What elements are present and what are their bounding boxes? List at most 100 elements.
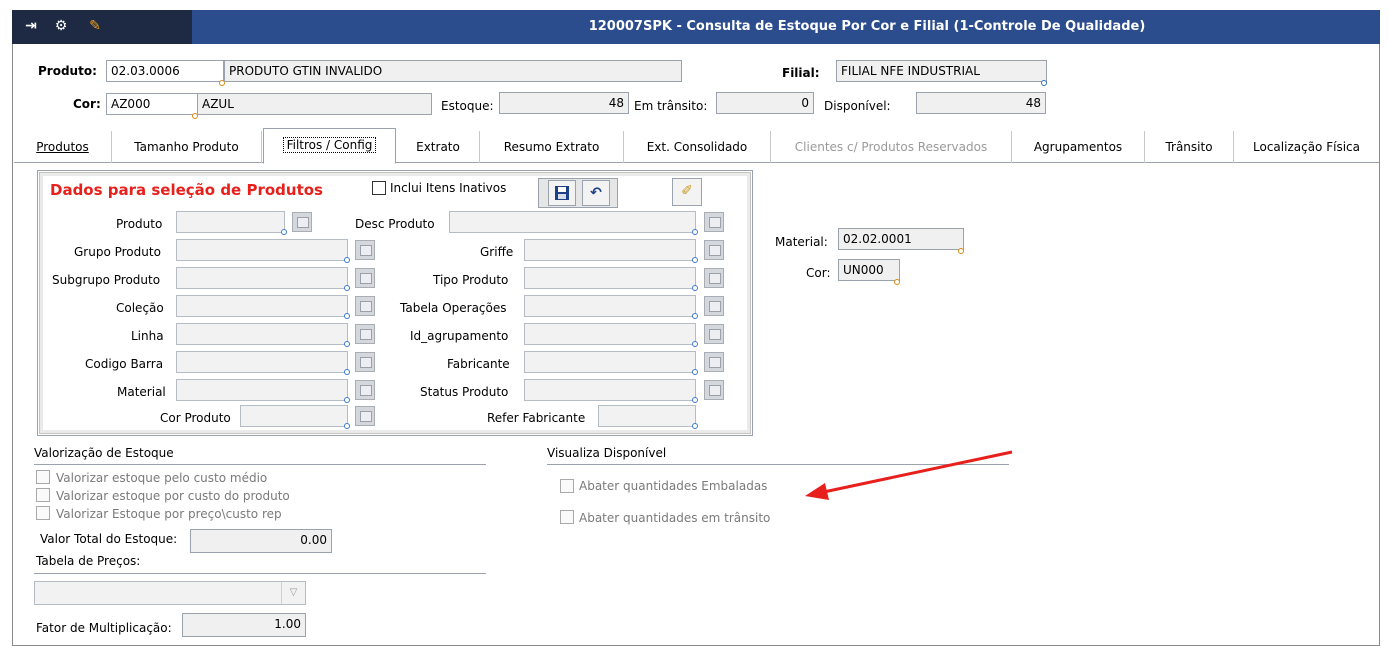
filter-label-linha: Linha: [131, 329, 164, 343]
produto-code-field[interactable]: 02.03.0006: [106, 60, 224, 82]
filter-cor-produto-search-icon[interactable]: [355, 406, 375, 426]
valorizar-custo-produto-label: Valorizar estoque por custo do produto: [56, 489, 290, 503]
valor-total-label: Valor Total do Estoque:: [40, 532, 178, 546]
tab-extrato[interactable]: Extrato: [397, 131, 480, 163]
transito-field: 0: [716, 92, 814, 114]
cor-label: Cor:: [73, 97, 101, 111]
filter-status-produto-search-icon[interactable]: [704, 380, 724, 400]
material-cor-field[interactable]: UN000: [838, 259, 900, 281]
valorizacao-divider: [34, 464, 486, 465]
material-field[interactable]: 02.02.0001: [838, 228, 964, 250]
produto-label: Produto:: [38, 64, 97, 78]
filter-desc-produto-input[interactable]: [449, 211, 698, 235]
filter-desc-produto-search-icon[interactable]: [704, 212, 724, 232]
save-icon[interactable]: [548, 180, 576, 206]
valorizar-preco-custo-rep-checkbox[interactable]: [36, 506, 50, 520]
tab-transito[interactable]: Trânsito: [1145, 131, 1234, 163]
transito-label: Em trânsito:: [634, 99, 708, 113]
valorizar-custo-medio-label: Valorizar estoque pelo custo médio: [56, 471, 268, 485]
filial-lookup-icon[interactable]: [1041, 80, 1047, 86]
filter-tabela-operacoes-input[interactable]: [524, 295, 698, 319]
tab-tamanho-produto[interactable]: Tamanho Produto: [112, 131, 262, 163]
filter-tabela-operacoes-search-icon[interactable]: [704, 296, 724, 316]
filter-label-cor-produto: Cor Produto: [160, 411, 231, 425]
filter-id-agrupamento-input[interactable]: [524, 323, 698, 347]
tabela-precos-label: Tabela de Preços:: [36, 554, 141, 568]
filter-linha-input[interactable]: [176, 323, 350, 347]
visualiza-title: Visualiza Disponível: [547, 446, 667, 460]
filter-label-griffe: Griffe: [480, 245, 514, 259]
filter-label-fabricante: Fabricante: [447, 357, 510, 371]
filter-label-tipo-produto: Tipo Produto: [433, 273, 509, 287]
filter-griffe-search-icon[interactable]: [704, 240, 724, 260]
filter-label-subgrupo-produto: Subgrupo Produto: [52, 273, 161, 287]
include-inactive-checkbox[interactable]: [372, 181, 386, 195]
tab-produtos[interactable]: Produtos: [14, 131, 112, 163]
filter-codigo-barra-search-icon[interactable]: [355, 352, 375, 372]
valorizar-preco-custo-rep-label: Valorizar Estoque por preço\custo rep: [56, 507, 282, 521]
window-title: 120007SPK - Consulta de Estoque Por Cor …: [588, 19, 1146, 34]
cor-desc-field: AZUL: [197, 93, 432, 115]
filter-label-material: Material: [117, 385, 166, 399]
valorizacao-title: Valorização de Estoque: [34, 446, 174, 460]
tab-localizacao-fisica[interactable]: Localização Física: [1234, 131, 1379, 163]
settings-icon[interactable]: ⚙: [52, 17, 70, 35]
filial-field[interactable]: FILIAL NFE INDUSTRIAL: [836, 60, 1047, 82]
filter-label-tabela-operacoes: Tabela Operações: [400, 301, 507, 315]
filter-label-refer-fabricante: Refer Fabricante: [487, 411, 586, 425]
produto-desc-field: PRODUTO GTIN INVALIDO: [224, 60, 682, 82]
filter-tipo-produto-search-icon[interactable]: [704, 268, 724, 288]
valor-total-field: 0.00: [190, 529, 332, 553]
tabela-precos-divider: [34, 573, 486, 574]
tabela-precos-select[interactable]: ▽: [34, 581, 306, 605]
filter-label-id-agrupamento: Id_agrupamento: [410, 329, 509, 343]
filter-label-colecao: Coleção: [116, 301, 164, 315]
valorizar-custo-produto-checkbox[interactable]: [36, 488, 50, 502]
filter-id-agrupamento-search-icon[interactable]: [704, 324, 724, 344]
filter-produto-input[interactable]: [176, 211, 287, 235]
estoque-label: Estoque:: [441, 99, 494, 113]
export-icon[interactable]: ⇥: [22, 17, 40, 35]
filter-label-grupo-produto: Grupo Produto: [74, 245, 161, 259]
filter-grupo-produto-search-icon[interactable]: [355, 240, 375, 260]
clear-brush-icon[interactable]: ✐: [672, 178, 702, 206]
fator-multiplicacao-label: Fator de Multiplicação:: [36, 621, 172, 635]
filter-griffe-input[interactable]: [524, 239, 698, 263]
valorizar-custo-medio-checkbox[interactable]: [36, 470, 50, 484]
filter-cor-produto-input[interactable]: [240, 405, 350, 429]
filter-label-codigo-barra: Codigo Barra: [85, 357, 164, 371]
filter-grupo-produto-input[interactable]: [176, 239, 350, 263]
filter-refer-fabricante-input[interactable]: [598, 405, 698, 429]
selection-panel-title: Dados para seleção de Produtos: [50, 181, 323, 199]
filter-colecao-input[interactable]: [176, 295, 350, 319]
filter-produto-search-icon[interactable]: [292, 212, 312, 232]
filter-status-produto-input[interactable]: [524, 379, 698, 403]
filter-fabricante-search-icon[interactable]: [704, 352, 724, 372]
material-cor-lookup-icon[interactable]: [894, 279, 900, 285]
filter-tipo-produto-input[interactable]: [524, 267, 698, 291]
tab-clientes-reservados: Clientes c/ Produtos Reservados: [771, 131, 1012, 163]
tab-resumo-extrato[interactable]: Resumo Extrato: [480, 131, 624, 163]
filter-subgrupo-produto-search-icon[interactable]: [355, 268, 375, 288]
filter-codigo-barra-input[interactable]: [176, 351, 350, 375]
filter-label-produto: Produto: [116, 217, 163, 231]
tab-ext-consolidado[interactable]: Ext. Consolidado: [624, 131, 771, 163]
filter-material-search-icon[interactable]: [355, 380, 375, 400]
filter-subgrupo-produto-input[interactable]: [176, 267, 350, 291]
material-lookup-icon[interactable]: [958, 248, 964, 254]
abater-embaladas-checkbox[interactable]: [560, 479, 574, 493]
filter-linha-search-icon[interactable]: [355, 324, 375, 344]
cor-code-field[interactable]: AZ000: [106, 93, 198, 115]
tab-filtros-config[interactable]: Filtros / Config: [263, 128, 396, 164]
filter-fabricante-input[interactable]: [524, 351, 698, 375]
filter-label-desc-produto: Desc Produto: [355, 217, 435, 231]
tab-agrupamentos[interactable]: Agrupamentos: [1012, 131, 1145, 163]
undo-icon[interactable]: ↶: [582, 180, 610, 206]
fator-multiplicacao-field: 1.00: [182, 613, 306, 637]
disponivel-field: 48: [916, 92, 1046, 114]
abater-transito-checkbox[interactable]: [560, 510, 574, 524]
chevron-down-icon: ▽: [281, 582, 305, 604]
filter-material-input[interactable]: [176, 379, 350, 403]
wrench-icon[interactable]: ✎: [86, 17, 104, 35]
filter-colecao-search-icon[interactable]: [355, 296, 375, 316]
